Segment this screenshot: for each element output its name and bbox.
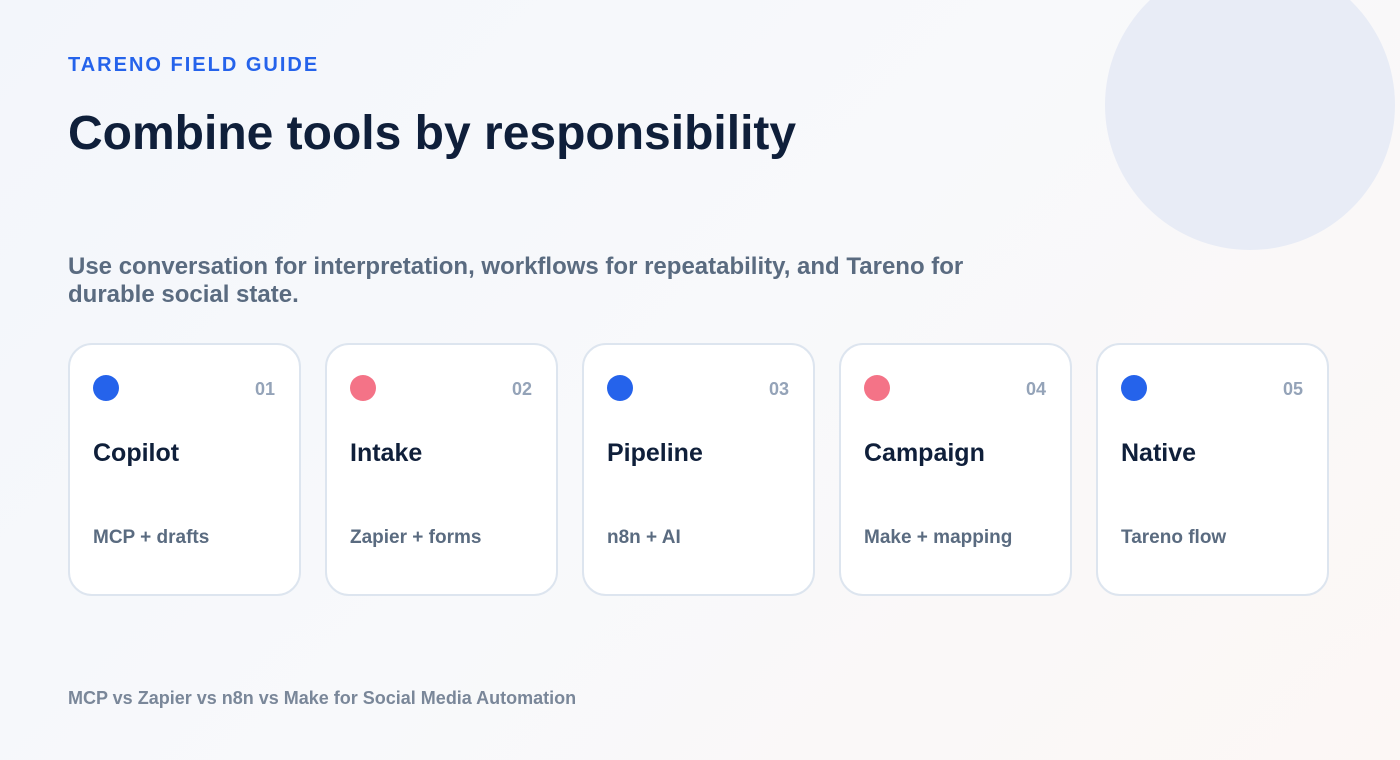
card-description: MCP + drafts [93,527,210,548]
page-title: Combine tools by responsibility [68,107,797,160]
card-description: Zapier + forms [350,527,482,548]
card-native: 05 Native Tareno flow [1096,343,1329,596]
card-description: Tareno flow [1121,527,1227,548]
card-number: 03 [768,379,789,399]
card-pipeline: 03 Pipeline n8n + AI [582,343,815,596]
card-title: Copilot [93,439,180,467]
card-number: 04 [1025,379,1046,399]
eyebrow-label: TARENO FIELD GUIDE [68,54,320,76]
card-title: Native [1121,439,1197,467]
card-copilot: 01 Copilot MCP + drafts [68,343,301,596]
card-number: 01 [254,379,275,399]
card-title: Intake [350,439,423,467]
dot-icon [1121,375,1147,401]
footer-caption: MCP vs Zapier vs n8n vs Make for Social … [68,688,577,708]
card-number: 05 [1282,379,1303,399]
dot-icon [350,375,376,401]
card-description: n8n + AI [607,527,681,548]
card-intake: 02 Intake Zapier + forms [325,343,558,596]
dot-icon [93,375,119,401]
dot-icon [864,375,890,401]
dot-icon [607,375,633,401]
decorative-circle [1105,0,1395,250]
page-subtitle: Use conversation for interpretation, wor… [68,253,964,308]
card-title: Pipeline [607,439,703,467]
card-number: 02 [511,379,532,399]
card-title: Campaign [864,439,985,467]
cards-row: 01 Copilot MCP + drafts 02 Intake Zapier… [68,343,1329,596]
card-campaign: 04 Campaign Make + mapping [839,343,1072,596]
card-description: Make + mapping [864,527,1013,548]
